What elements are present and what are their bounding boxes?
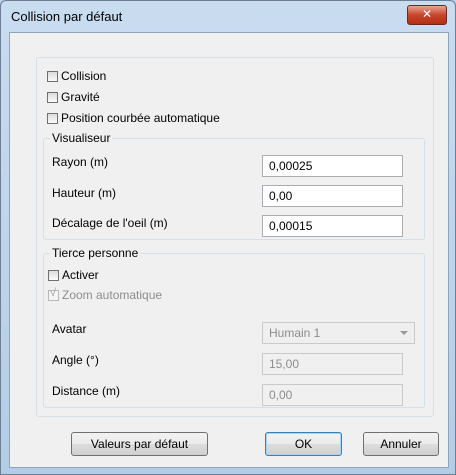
eye-offset-label: Décalage de l'oeil (m) — [52, 216, 168, 230]
avatar-select-value: Humain 1 — [269, 326, 321, 340]
eye-offset-input[interactable]: 0,00015 — [262, 215, 403, 237]
avatar-select[interactable]: Humain 1 — [262, 322, 415, 344]
enable-checkbox[interactable] — [48, 269, 59, 281]
auto-zoom-checkbox-row[interactable]: √ Zoom automatique — [48, 286, 163, 302]
viewer-group-title: Visualiseur — [50, 131, 113, 145]
auto-crouch-checkbox[interactable] — [47, 112, 58, 124]
settings-group: Collision Gravité Position courbée autom… — [36, 57, 434, 417]
radius-input[interactable]: 0,00025 — [262, 155, 403, 177]
enable-checkbox-row[interactable]: Activer — [48, 268, 99, 282]
auto-zoom-label: Zoom automatique — [62, 288, 163, 302]
gravity-checkbox-row[interactable]: Gravité — [47, 90, 100, 104]
collision-checkbox-row[interactable]: Collision — [47, 69, 106, 83]
dialog-window: Collision par défaut ✕ Collision Gravité… — [0, 0, 456, 475]
collision-label: Collision — [61, 69, 107, 83]
third-person-group-title: Tierce personne — [50, 246, 141, 260]
auto-crouch-checkbox-row[interactable]: Position courbée automatique — [47, 111, 220, 125]
gravity-label: Gravité — [61, 90, 100, 104]
distance-label: Distance (m) — [52, 384, 121, 398]
ok-button[interactable]: OK — [265, 432, 342, 456]
viewer-group: Visualiseur Rayon (m) 0,00025 Hauteur (m… — [43, 131, 425, 240]
height-input[interactable]: 0,00 — [262, 185, 403, 207]
close-icon: ✕ — [421, 7, 433, 21]
distance-input[interactable]: 0,00 — [262, 384, 403, 406]
gravity-checkbox[interactable] — [47, 91, 58, 103]
chevron-down-icon — [400, 331, 408, 335]
window-title: Collision par défaut — [11, 9, 123, 24]
close-button[interactable]: ✕ — [407, 5, 447, 25]
third-person-group: Tierce personne Activer √ Zoom automatiq… — [43, 246, 425, 408]
auto-crouch-label: Position courbée automatique — [61, 111, 220, 125]
checkmark-icon: √ — [50, 286, 57, 299]
height-label: Hauteur (m) — [52, 186, 117, 200]
collision-checkbox[interactable] — [47, 70, 58, 82]
dialog-body: Collision Gravité Position courbée autom… — [9, 32, 449, 468]
defaults-button[interactable]: Valeurs par défaut — [71, 432, 208, 456]
cancel-button[interactable]: Annuler — [363, 432, 439, 456]
radius-label: Rayon (m) — [52, 155, 109, 169]
avatar-label: Avatar — [52, 322, 87, 336]
auto-zoom-checkbox[interactable]: √ — [48, 286, 59, 301]
enable-label: Activer — [62, 268, 99, 282]
angle-label: Angle (°) — [52, 353, 99, 367]
angle-input[interactable]: 15,00 — [262, 353, 403, 375]
title-bar[interactable]: Collision par défaut ✕ — [1, 1, 455, 31]
